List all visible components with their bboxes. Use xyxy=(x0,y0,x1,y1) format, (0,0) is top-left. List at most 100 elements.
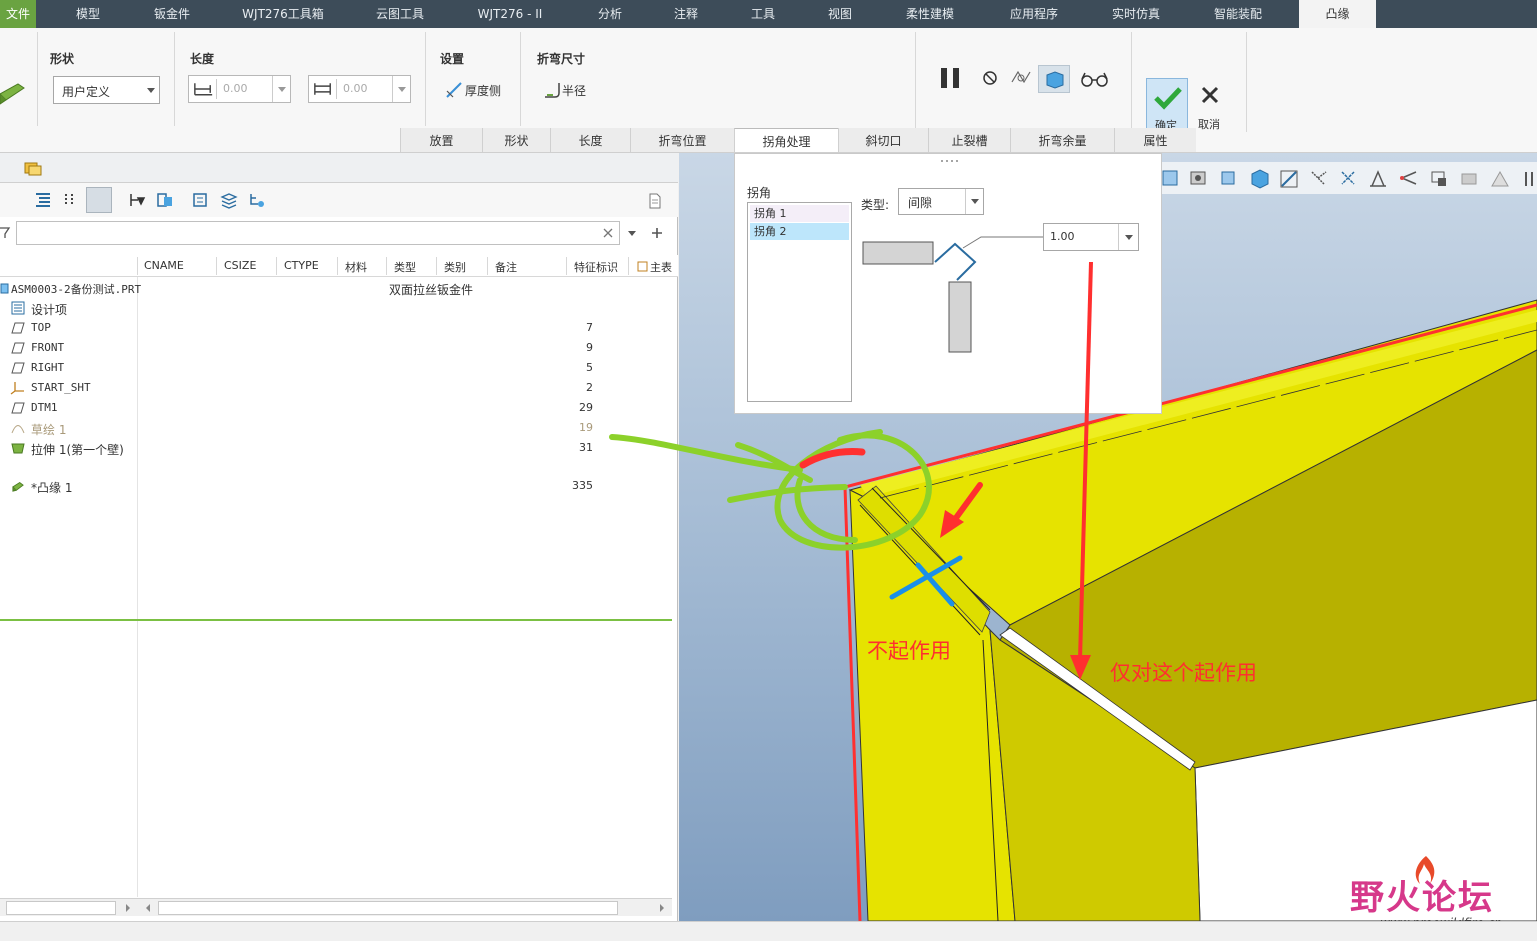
tab-placement[interactable]: 放置 xyxy=(400,128,482,152)
shape-select[interactable]: 用户定义 xyxy=(53,76,160,104)
glasses-icon[interactable] xyxy=(1080,70,1110,88)
tree-row-dtm1[interactable]: DTM1 29 xyxy=(0,398,678,418)
menu-view[interactable]: 视图 xyxy=(814,0,866,28)
scroll-right-icon[interactable] xyxy=(658,903,666,913)
tree-row-extrude[interactable]: 拉伸 1(第一个壁) 31 xyxy=(0,438,678,458)
column-type[interactable]: 类型 xyxy=(394,259,416,275)
first-wall-icon xyxy=(11,443,25,454)
shape-select-value: 用户定义 xyxy=(62,85,111,99)
tree-row-label: 设计项 xyxy=(31,303,68,317)
corner-type-select[interactable]: 间隙 xyxy=(898,188,984,215)
tree-row-sketch[interactable]: 草绘 1 19 xyxy=(0,418,678,438)
preview-icon[interactable] xyxy=(1010,68,1032,86)
menu-wjt276-ii[interactable]: WJT276 - II xyxy=(466,0,554,28)
tab-bend-position[interactable]: 折弯位置 xyxy=(630,128,734,152)
verify-button[interactable] xyxy=(1038,65,1070,93)
radius-label[interactable]: 半径 xyxy=(562,82,586,99)
column-master[interactable]: 主表 xyxy=(650,259,672,275)
tab-bend-allowance[interactable]: 折弯余量 xyxy=(1010,128,1114,152)
menu-flange[interactable]: 凸缘 xyxy=(1299,0,1376,28)
thickness-side-label[interactable]: 厚度侧 xyxy=(465,82,501,99)
radius-icon[interactable] xyxy=(543,81,561,99)
tree-row-front[interactable]: FRONT 9 xyxy=(0,338,678,358)
clear-icon[interactable] xyxy=(603,228,613,238)
tree-row-design-items[interactable]: 设计项 xyxy=(0,298,678,318)
menu-cloud-tools[interactable]: 云图工具 xyxy=(362,0,438,28)
tree-row-label: 拉伸 1(第一个壁) xyxy=(31,443,124,457)
tree-row-id: 7 xyxy=(586,321,593,334)
corner-item-2[interactable]: 拐角 2 xyxy=(750,223,849,240)
menu-tools[interactable]: 工具 xyxy=(737,0,789,28)
ok-button[interactable]: 确定 xyxy=(1146,78,1188,134)
view-toolbar-icons[interactable] xyxy=(1160,168,1537,190)
tree-row-right[interactable]: RIGHT 5 xyxy=(0,358,678,378)
tree-filter-icon[interactable] xyxy=(128,192,146,208)
chevron-down-icon[interactable] xyxy=(272,76,290,102)
corner-gap-input[interactable]: 1.00 xyxy=(1043,223,1139,251)
tab-miter-cut[interactable]: 斜切口 xyxy=(838,128,928,152)
horizontal-scrollbar[interactable] xyxy=(0,898,672,916)
tree-structure-icon[interactable] xyxy=(248,192,266,208)
column-note[interactable]: 备注 xyxy=(495,259,517,275)
thickness-side-icon[interactable] xyxy=(445,81,463,99)
ribbon-separator xyxy=(520,32,521,126)
menu-annotate[interactable]: 注释 xyxy=(660,0,712,28)
tab-corner-treatment[interactable]: 拐角处理 xyxy=(734,128,838,152)
menu-realtime-sim[interactable]: 实时仿真 xyxy=(1098,0,1174,28)
tree-row-flange[interactable]: *凸缘 1 335 xyxy=(0,476,678,496)
column-material[interactable]: 材料 xyxy=(345,259,367,275)
folder-browser-icon[interactable] xyxy=(24,160,42,176)
tree-row-top[interactable]: TOP 7 xyxy=(0,318,678,338)
menu-analysis[interactable]: 分析 xyxy=(584,0,636,28)
menu-applications[interactable]: 应用程序 xyxy=(996,0,1072,28)
menu-file[interactable]: 文件 xyxy=(0,0,36,28)
column-cname[interactable]: CNAME xyxy=(144,259,184,272)
column-feature-id[interactable]: 特征标识 xyxy=(574,259,618,275)
tab-shape[interactable]: 形状 xyxy=(482,128,550,152)
length-input-2[interactable]: 0.00 xyxy=(308,75,411,103)
tree-row-part[interactable]: ASM0003-2备份测试.PRT 双面拉丝钣金件 xyxy=(0,278,678,298)
column-separator xyxy=(216,257,217,275)
menu-sheetmetal[interactable]: 钣金件 xyxy=(140,0,204,28)
column-csize[interactable]: CSIZE xyxy=(224,259,256,272)
watermark-title: 野火论坛 xyxy=(1350,878,1494,918)
document-icon[interactable] xyxy=(648,193,662,209)
close-icon xyxy=(1201,86,1219,104)
tab-properties[interactable]: 属性 xyxy=(1114,128,1196,152)
tree-dots-icon[interactable] xyxy=(62,192,76,208)
length-input-1[interactable]: 0.00 xyxy=(188,75,291,103)
resize-handle-icon[interactable] xyxy=(940,159,958,163)
tree-search-input[interactable] xyxy=(16,221,620,245)
menu-model[interactable]: 模型 xyxy=(62,0,114,28)
tree-settings-icon[interactable] xyxy=(156,192,174,208)
menu-smart-assembly[interactable]: 智能装配 xyxy=(1200,0,1276,28)
pause-icon[interactable] xyxy=(938,66,964,90)
tab-length[interactable]: 长度 xyxy=(550,128,630,152)
column-category[interactable]: 类别 xyxy=(444,259,466,275)
tree-list-icon[interactable] xyxy=(34,192,52,208)
scroll-thumb[interactable] xyxy=(158,901,618,915)
scroll-left-icon[interactable] xyxy=(144,903,152,913)
chevron-down-icon[interactable] xyxy=(627,230,637,238)
layers-stack-icon[interactable] xyxy=(220,192,238,209)
menu-flexible-modeling[interactable]: 柔性建模 xyxy=(892,0,968,28)
layer-icon[interactable] xyxy=(192,192,208,208)
chevron-down-icon[interactable] xyxy=(392,76,410,102)
chevron-down-icon[interactable] xyxy=(1118,224,1138,250)
corner-list[interactable]: 拐角 1 拐角 2 xyxy=(747,202,852,402)
column-separator xyxy=(137,257,138,275)
insert-here-indicator[interactable] xyxy=(0,619,672,621)
add-icon[interactable] xyxy=(651,227,663,239)
scroll-right-icon[interactable] xyxy=(124,903,132,913)
column-ctype[interactable]: CTYPE xyxy=(284,259,319,272)
menu-wjt276-toolbox[interactable]: WJT276工具箱 xyxy=(232,0,334,28)
column-separator xyxy=(386,257,387,275)
ribbon-separator xyxy=(37,32,38,126)
corner-item-1[interactable]: 拐角 1 xyxy=(750,205,849,222)
tree-row-start-sht[interactable]: START_SHT 2 xyxy=(0,378,678,398)
no-preview-icon[interactable] xyxy=(982,70,998,86)
tab-relief[interactable]: 止裂槽 xyxy=(928,128,1010,152)
cancel-button[interactable]: 取消 xyxy=(1192,78,1228,134)
scroll-track-left[interactable] xyxy=(6,901,116,915)
tree-columns-button[interactable] xyxy=(86,187,112,213)
